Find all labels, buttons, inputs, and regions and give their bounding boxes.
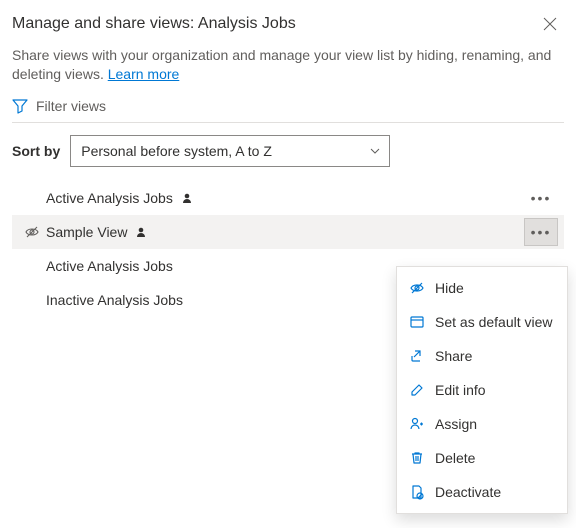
filter-label: Filter views bbox=[36, 98, 106, 114]
deactivate-icon bbox=[409, 484, 425, 500]
context-menu-item-label: Delete bbox=[435, 450, 475, 466]
sort-by-value: Personal before system, A to Z bbox=[81, 143, 272, 159]
close-button[interactable] bbox=[536, 10, 564, 38]
more-button[interactable]: ••• bbox=[524, 184, 558, 212]
delete-icon bbox=[409, 450, 425, 466]
sort-by-label: Sort by bbox=[12, 143, 60, 159]
share-icon bbox=[409, 348, 425, 364]
view-label: Active Analysis Jobs bbox=[46, 258, 173, 274]
context-menu-item-deactivate[interactable]: Deactivate bbox=[397, 475, 567, 509]
dialog-description: Share views with your organization and m… bbox=[12, 46, 564, 84]
more-icon: ••• bbox=[531, 191, 552, 205]
context-menu-item-hide[interactable]: Hide bbox=[397, 271, 567, 305]
learn-more-link[interactable]: Learn more bbox=[108, 66, 180, 82]
filter-icon bbox=[12, 98, 28, 114]
filter-views-button[interactable]: Filter views bbox=[12, 98, 564, 122]
person-icon bbox=[135, 226, 147, 238]
view-row[interactable]: Sample View ••• bbox=[12, 215, 564, 249]
sort-by-select[interactable]: Personal before system, A to Z bbox=[70, 135, 390, 167]
view-row[interactable]: Active Analysis Jobs ••• bbox=[12, 181, 564, 215]
context-menu-item-share[interactable]: Share bbox=[397, 339, 567, 373]
person-icon bbox=[181, 192, 193, 204]
context-menu-item-assign[interactable]: Assign bbox=[397, 407, 567, 441]
hidden-icon-slot bbox=[18, 224, 46, 240]
description-text: Share views with your organization and m… bbox=[12, 47, 551, 82]
context-menu-item-default[interactable]: Set as default view bbox=[397, 305, 567, 339]
divider bbox=[12, 122, 564, 123]
dialog-title: Manage and share views: Analysis Jobs bbox=[12, 15, 296, 33]
hidden-icon bbox=[24, 224, 40, 240]
context-menu-item-edit[interactable]: Edit info bbox=[397, 373, 567, 407]
context-menu-item-label: Edit info bbox=[435, 382, 486, 398]
assign-icon bbox=[409, 416, 425, 432]
edit-icon bbox=[409, 382, 425, 398]
more-button[interactable]: ••• bbox=[524, 218, 558, 246]
context-menu-item-label: Hide bbox=[435, 280, 464, 296]
close-icon bbox=[543, 17, 557, 31]
context-menu-item-label: Deactivate bbox=[435, 484, 501, 500]
context-menu-item-label: Share bbox=[435, 348, 472, 364]
view-label: Sample View bbox=[46, 224, 127, 240]
chevron-down-icon bbox=[369, 145, 381, 157]
more-icon: ••• bbox=[531, 225, 552, 239]
context-menu-item-delete[interactable]: Delete bbox=[397, 441, 567, 475]
view-label: Inactive Analysis Jobs bbox=[46, 292, 183, 308]
default-icon bbox=[409, 314, 425, 330]
context-menu: Hide Set as default view Share Edit info Ass… bbox=[396, 266, 568, 514]
hide-icon bbox=[409, 280, 425, 296]
context-menu-item-label: Assign bbox=[435, 416, 477, 432]
context-menu-item-label: Set as default view bbox=[435, 314, 553, 330]
view-label: Active Analysis Jobs bbox=[46, 190, 173, 206]
